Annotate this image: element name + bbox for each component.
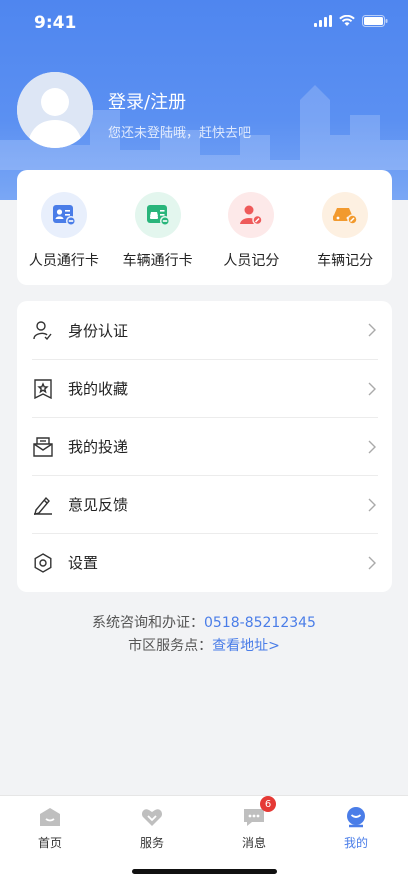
avatar[interactable] <box>17 72 93 148</box>
tab-label: 首页 <box>37 836 62 850</box>
vehicle-card-icon <box>134 192 181 238</box>
quick-actions-card: 人员通行卡 车辆通行卡 人员记分 车辆记分 <box>17 170 392 285</box>
login-hint: 您还未登陆哦，赶快去吧 <box>108 126 252 141</box>
menu-item-label: 意见反馈 <box>68 496 129 514</box>
tab-profile[interactable]: 我的 <box>316 804 396 851</box>
settings-icon <box>32 552 54 574</box>
phone-link[interactable]: 0518-85212345 <box>204 615 316 631</box>
menu-item-feedback[interactable]: 意见反馈 <box>32 475 378 533</box>
favorites-icon <box>32 378 54 400</box>
battery-icon <box>362 15 388 27</box>
profile-icon <box>343 804 369 830</box>
chevron-right-icon <box>368 323 376 337</box>
user-silhouette-icon <box>17 72 93 148</box>
chevron-right-icon <box>368 556 376 569</box>
quick-action-label: 人员通行卡 <box>28 253 99 269</box>
tab-label: 消息 <box>241 836 266 850</box>
quick-action-label: 人员记分 <box>223 253 280 269</box>
home-indicator <box>132 869 277 874</box>
wifi-icon <box>339 15 355 26</box>
menu-item-label: 身份认证 <box>68 321 129 340</box>
vehicle-score-icon <box>322 192 369 238</box>
feedback-icon <box>32 494 54 516</box>
person-card-icon <box>40 192 87 238</box>
status-bar: 9:41 <box>0 0 408 46</box>
view-address-link[interactable]: 查看地址> <box>212 638 280 654</box>
unread-badge: 6 <box>260 796 276 812</box>
tab-label: 我的 <box>343 836 368 850</box>
status-time: 9:41 <box>34 13 77 33</box>
menu-item-settings[interactable]: 设置 <box>32 533 378 591</box>
service-point-label: 市区服务点： <box>128 638 213 654</box>
menu-item-label: 设置 <box>68 554 99 572</box>
delivery-icon <box>32 436 54 458</box>
quick-action-label: 车辆记分 <box>317 253 374 269</box>
home-icon <box>37 804 63 830</box>
message-icon: 6 <box>241 796 276 830</box>
consult-label: 系统咨询和办证： <box>92 615 205 631</box>
chevron-right-icon <box>368 498 376 511</box>
quick-action-person-pass[interactable]: 人员通行卡 <box>24 192 104 285</box>
tab-home[interactable]: 首页 <box>10 804 90 851</box>
service-icon <box>139 804 165 830</box>
tab-service[interactable]: 服务 <box>112 804 192 851</box>
menu-item-delivery[interactable]: 我的投递 <box>32 417 378 475</box>
signal-icon <box>314 15 332 27</box>
menu-item-favorites[interactable]: 我的收藏 <box>32 359 378 417</box>
quick-action-vehicle-pass[interactable]: 车辆通行卡 <box>118 192 198 285</box>
chevron-right-icon <box>368 382 376 395</box>
identity-verify-icon <box>32 319 54 341</box>
menu-item-identity[interactable]: 身份认证 <box>17 301 392 359</box>
service-point-info: 市区服务点：查看地址> <box>0 635 408 655</box>
menu-item-label: 我的收藏 <box>68 380 129 398</box>
login-register-link[interactable]: 登录/注册 <box>108 88 186 114</box>
settings-menu: 身份认证 我的收藏 我的投递 意见反馈 设置 <box>17 301 392 592</box>
chevron-right-icon <box>368 440 376 453</box>
person-score-icon <box>228 192 275 238</box>
consult-info: 系统咨询和办证：0518-85212345 <box>0 612 408 632</box>
quick-action-person-score[interactable]: 人员记分 <box>211 192 291 285</box>
quick-action-label: 车辆通行卡 <box>122 253 193 269</box>
menu-item-label: 我的投递 <box>68 438 129 456</box>
quick-action-vehicle-score[interactable]: 车辆记分 <box>305 192 385 285</box>
tab-messages[interactable]: 6 消息 <box>214 796 294 851</box>
tab-label: 服务 <box>139 836 164 850</box>
